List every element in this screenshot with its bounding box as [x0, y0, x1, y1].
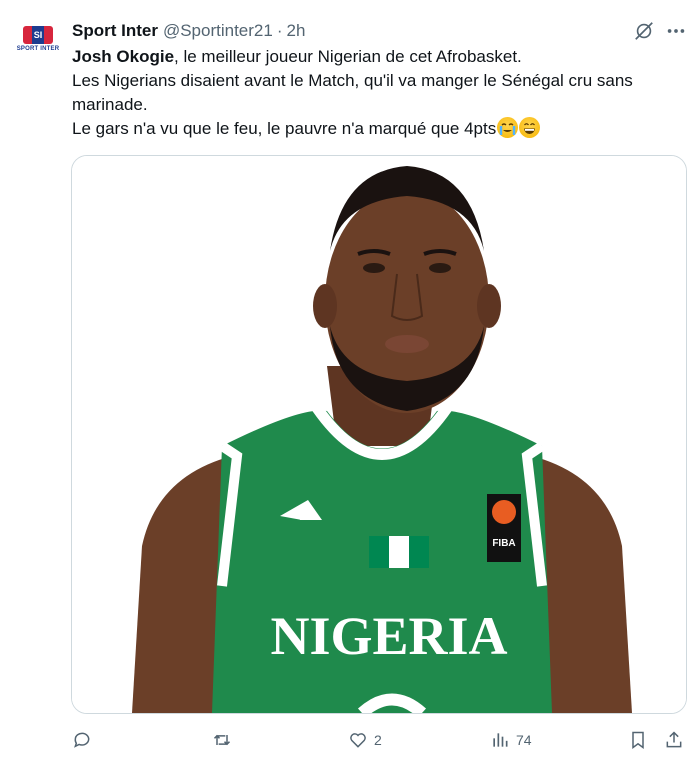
sport-inter-logo: SI [23, 26, 53, 44]
author-name[interactable]: Sport Inter [72, 21, 158, 41]
tweet-line-1: Josh Okogie, le meilleur joueur Nigerian… [72, 45, 682, 69]
tweet-text: Josh Okogie, le meilleur joueur Nigerian… [72, 45, 682, 141]
more-options-icon[interactable] [664, 20, 688, 42]
tweet-line-2: Les Nigerians disaient avant le Match, q… [72, 71, 633, 114]
avatar[interactable]: SI SPORT INTER [16, 26, 60, 62]
bookmark-button[interactable] [628, 726, 648, 754]
like-button[interactable]: 2 [348, 726, 382, 754]
tweet-media-photo[interactable]: FIBA NIGERIA [71, 155, 687, 714]
heart-icon [350, 733, 366, 748]
views-count: 74 [516, 732, 532, 748]
bookmark-icon [632, 731, 644, 749]
tweet-line-3: Le gars n'a vu que le feu, le pauvre n'a… [72, 117, 682, 141]
tweet-line-3-text: Le gars n'a vu que le feu, le pauvre n'a… [72, 119, 497, 138]
player-photo: FIBA NIGERIA [72, 156, 686, 713]
tweet-actions: 2 74 [72, 726, 688, 754]
mentioned-player-name: Josh Okogie [72, 47, 175, 66]
tweet-header: Sport Inter @Sportinter21 · 2h [72, 19, 630, 43]
loudly-crying-face-icon [497, 117, 519, 138]
avatar-logo-text: SPORT INTER [16, 46, 60, 52]
tweet-timestamp[interactable]: 2h [287, 21, 306, 41]
fiba-badge-text: FIBA [492, 538, 515, 549]
share-button[interactable] [664, 726, 684, 754]
author-handle[interactable]: @Sportinter21 [163, 21, 273, 41]
grok-icon[interactable] [633, 20, 655, 42]
reply-button[interactable] [72, 726, 98, 754]
header-separator: · [276, 21, 283, 40]
like-count: 2 [374, 732, 382, 748]
views-chart-icon [493, 733, 508, 747]
views-button[interactable]: 74 [490, 726, 532, 754]
jersey-lettering: NIGERIA [270, 606, 507, 666]
tweet-line-1-rest: , le meilleur joueur Nigerian de cet Afr… [174, 47, 522, 66]
share-icon [666, 731, 682, 748]
retweet-icon [213, 734, 231, 746]
grinning-face-icon [519, 117, 541, 138]
reply-icon [74, 732, 90, 748]
retweet-button[interactable] [212, 726, 238, 754]
